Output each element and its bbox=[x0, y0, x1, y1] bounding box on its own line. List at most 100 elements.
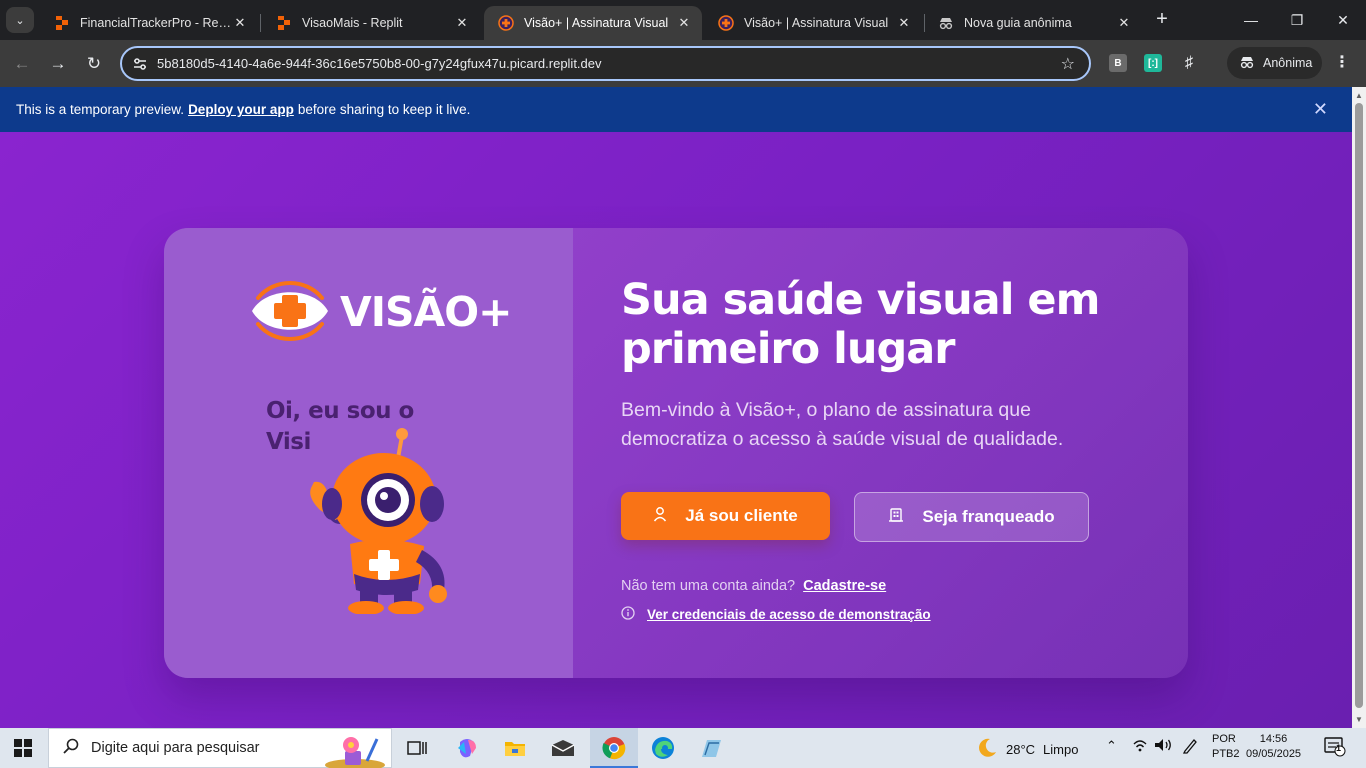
building-icon bbox=[888, 507, 904, 528]
close-icon[interactable]: ✕ bbox=[232, 15, 248, 31]
close-icon[interactable]: ✕ bbox=[1116, 15, 1132, 31]
replit-icon bbox=[276, 15, 292, 31]
back-arrow-icon[interactable]: ← bbox=[8, 50, 36, 78]
taskbar-search-placeholder: Digite aqui para pesquisar bbox=[91, 740, 260, 756]
forward-arrow-icon[interactable]: → bbox=[44, 50, 72, 78]
user-icon bbox=[653, 506, 667, 527]
clock-time: 14:56 bbox=[1259, 733, 1288, 745]
notepad-app-icon[interactable] bbox=[696, 734, 726, 762]
taskbar-search-box[interactable]: Digite aqui para pesquisar bbox=[48, 728, 392, 768]
extension-bracket-icon[interactable]: [:] bbox=[1144, 54, 1162, 72]
url-text[interactable]: 5b8180d5-4140-4a6e-944f-36c16e5750b8-00-… bbox=[157, 56, 602, 71]
tab-financialtrackerpro[interactable]: FinancialTrackerPro - Replit ✕ bbox=[40, 6, 258, 40]
close-icon[interactable]: ✕ bbox=[676, 15, 692, 31]
input-language-indicator[interactable]: POR PTB2 bbox=[1212, 732, 1240, 762]
notification-center-icon[interactable]: 1 bbox=[1324, 737, 1346, 760]
minimize-icon[interactable]: — bbox=[1228, 0, 1274, 40]
visao-logo: VISÃO+ bbox=[248, 278, 512, 348]
hero-panel: Sua saúde visual em primeiro lugar Bem-v… bbox=[573, 228, 1188, 678]
demo-credentials-row[interactable]: Ver credenciais de acesso de demonstraçã… bbox=[621, 606, 931, 623]
tab-title: Visão+ | Assinatura Visual bbox=[524, 16, 669, 30]
flower-pot-widget-icon[interactable] bbox=[321, 733, 385, 768]
become-franchisee-label: Seja franqueado bbox=[922, 507, 1055, 526]
replit-icon bbox=[54, 15, 70, 31]
taskbar-clock[interactable]: 14:56 09/05/2025 bbox=[1246, 732, 1301, 762]
banner-close-icon[interactable]: ✕ bbox=[1313, 99, 1328, 120]
weather-desc: Limpo bbox=[1043, 742, 1079, 757]
browser-toolbar: ← → ↻ 5b8180d5-4140-4a6e-944f-36c16e5750… bbox=[0, 40, 1366, 87]
weather-widget[interactable]: 28°C Limpo bbox=[976, 737, 1078, 762]
bookmark-star-icon[interactable]: ☆ bbox=[1061, 54, 1075, 74]
logo-text: VISÃO+ bbox=[340, 288, 512, 336]
tab-title: Nova guia anônima bbox=[964, 16, 1072, 30]
windows-start-icon[interactable] bbox=[14, 739, 32, 757]
visi-robot-mascot-icon bbox=[310, 428, 447, 614]
brand-panel: VISÃO+ Oi, eu sou o Visi bbox=[164, 228, 573, 678]
window-close-icon[interactable]: ✕ bbox=[1320, 0, 1366, 40]
tab-visaomais-replit[interactable]: VisaoMais - Replit ✕ bbox=[262, 6, 480, 40]
chrome-icon[interactable] bbox=[599, 734, 629, 762]
search-icon bbox=[63, 738, 79, 758]
tab-search-chevron-icon[interactable]: ⌄ bbox=[6, 7, 34, 33]
scroll-up-arrow-icon[interactable]: ▲ bbox=[1355, 91, 1363, 100]
profile-label: Anônima bbox=[1263, 56, 1313, 70]
landing-page: VISÃO+ Oi, eu sou o Visi Sua saúde visua… bbox=[0, 132, 1352, 728]
extensions-puzzle-icon[interactable]: ♯ bbox=[1180, 54, 1198, 72]
visao-icon bbox=[498, 15, 514, 31]
existing-client-label: Já sou cliente bbox=[685, 506, 798, 525]
tab-visao-assinatura[interactable]: Visão+ | Assinatura Visual ✕ bbox=[704, 6, 922, 40]
become-franchisee-button[interactable]: Seja franqueado bbox=[854, 492, 1089, 542]
lang-line1: POR bbox=[1212, 733, 1236, 745]
signup-prompt-text: Não tem uma conta ainda? bbox=[621, 578, 796, 594]
new-tab-plus-icon[interactable]: + bbox=[1150, 8, 1174, 32]
volume-icon[interactable] bbox=[1154, 738, 1172, 755]
existing-client-button[interactable]: Já sou cliente bbox=[621, 492, 830, 540]
mail-icon[interactable] bbox=[548, 734, 578, 762]
network-icon[interactable] bbox=[1132, 738, 1148, 755]
task-view-icon[interactable] bbox=[402, 734, 432, 762]
scrollbar-thumb[interactable] bbox=[1355, 103, 1363, 708]
clock-date: 09/05/2025 bbox=[1246, 748, 1302, 760]
notification-count: 1 bbox=[1336, 743, 1342, 753]
incognito-profile-button[interactable]: Anônima bbox=[1227, 47, 1322, 79]
page-scrollbar[interactable]: ▲ ▼ bbox=[1352, 87, 1366, 728]
restore-icon[interactable]: ❐ bbox=[1274, 0, 1320, 40]
extension-b-icon[interactable]: B bbox=[1109, 54, 1127, 72]
demo-credentials-link[interactable]: Ver credenciais de acesso de demonstraçã… bbox=[647, 607, 931, 622]
tab-title: VisaoMais - Replit bbox=[302, 16, 403, 30]
hero-subtitle: Bem-vindo à Visão+, o plano de assinatur… bbox=[621, 399, 1064, 450]
visao-icon bbox=[718, 15, 734, 31]
browser-tabstrip: ⌄ FinancialTrackerPro - Replit ✕ VisaoMa… bbox=[0, 0, 1366, 40]
tray-chevron-up-icon[interactable]: ⌃ bbox=[1106, 738, 1117, 754]
hero-card: VISÃO+ Oi, eu sou o Visi Sua saúde visua… bbox=[164, 228, 1188, 678]
weather-temp: 28°C bbox=[1006, 742, 1036, 757]
close-icon[interactable]: ✕ bbox=[896, 15, 912, 31]
site-info-icon[interactable] bbox=[132, 56, 148, 72]
lang-line2: PTB2 bbox=[1212, 748, 1240, 760]
hero-headline: Sua saúde visual em primeiro lugar bbox=[621, 275, 1100, 374]
tab-nova-guia-anonima[interactable]: Nova guia anônima ✕ bbox=[924, 6, 1142, 40]
incognito-icon bbox=[1239, 55, 1255, 72]
close-icon[interactable]: ✕ bbox=[454, 15, 470, 31]
kebab-menu-icon[interactable]: ⋮ bbox=[1334, 52, 1350, 72]
edge-icon[interactable] bbox=[648, 734, 678, 762]
address-bar[interactable]: 5b8180d5-4140-4a6e-944f-36c16e5750b8-00-… bbox=[120, 46, 1091, 81]
eye-cross-logo-icon bbox=[252, 281, 328, 341]
preview-banner: This is a temporary preview. Deploy your… bbox=[0, 87, 1352, 132]
deploy-app-link[interactable]: Deploy your app bbox=[188, 102, 294, 117]
info-icon bbox=[621, 606, 635, 623]
banner-text-after: before sharing to keep it live. bbox=[297, 102, 471, 117]
tab-title: Visão+ | Assinatura Visual bbox=[744, 16, 889, 30]
windows-taskbar: Digite aqui para pesquisar 28°C Limpo ⌃ bbox=[0, 728, 1366, 768]
banner-text-before: This is a temporary preview. bbox=[16, 102, 185, 117]
tab-title: FinancialTrackerPro - Replit bbox=[80, 16, 232, 30]
scroll-down-arrow-icon[interactable]: ▼ bbox=[1355, 715, 1363, 724]
pen-icon[interactable] bbox=[1182, 738, 1198, 757]
file-explorer-icon[interactable] bbox=[500, 734, 530, 762]
copilot-icon[interactable] bbox=[452, 734, 482, 762]
reload-icon[interactable]: ↻ bbox=[80, 50, 108, 78]
tab-separator bbox=[260, 14, 261, 32]
tab-visao-assinatura-active[interactable]: Visão+ | Assinatura Visual ✕ bbox=[484, 6, 702, 40]
moon-icon bbox=[976, 737, 998, 762]
signup-link[interactable]: Cadastre-se bbox=[803, 578, 886, 594]
